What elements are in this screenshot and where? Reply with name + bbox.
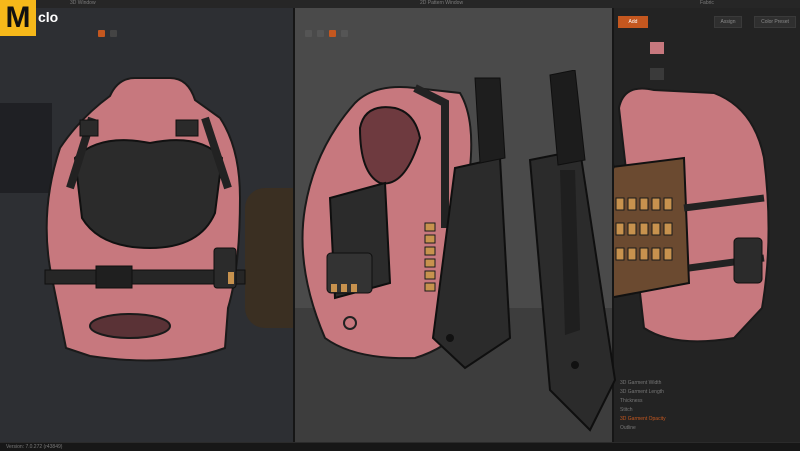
middle-view-title: 2D Pattern Window <box>420 0 464 6</box>
logo-text: clo <box>38 9 59 25</box>
rivet <box>446 334 454 342</box>
rear-holster <box>528 148 617 432</box>
shoulder-buckle <box>79 119 99 137</box>
logo-mark: M <box>0 0 36 36</box>
3d-viewport[interactable] <box>0 8 293 442</box>
holster-back <box>614 163 615 169</box>
garment-front-view <box>44 77 246 362</box>
back-opening <box>89 313 171 339</box>
left-view-title: 3D Window <box>70 0 96 6</box>
ammo-row <box>331 284 357 292</box>
right-view-title: Fabric <box>700 0 714 6</box>
ammo-round <box>228 272 234 284</box>
pistol <box>549 70 586 166</box>
pistol-grip <box>474 77 506 164</box>
belt-buckle <box>95 265 133 289</box>
logo: M clo <box>0 0 58 36</box>
pistol-slide <box>549 70 586 166</box>
rivet <box>571 361 579 369</box>
shoulder-buckle <box>175 119 199 137</box>
chest-panel <box>73 139 224 250</box>
property-panel[interactable]: Add Assign Color Preset 3D Garment Width… <box>612 8 800 442</box>
